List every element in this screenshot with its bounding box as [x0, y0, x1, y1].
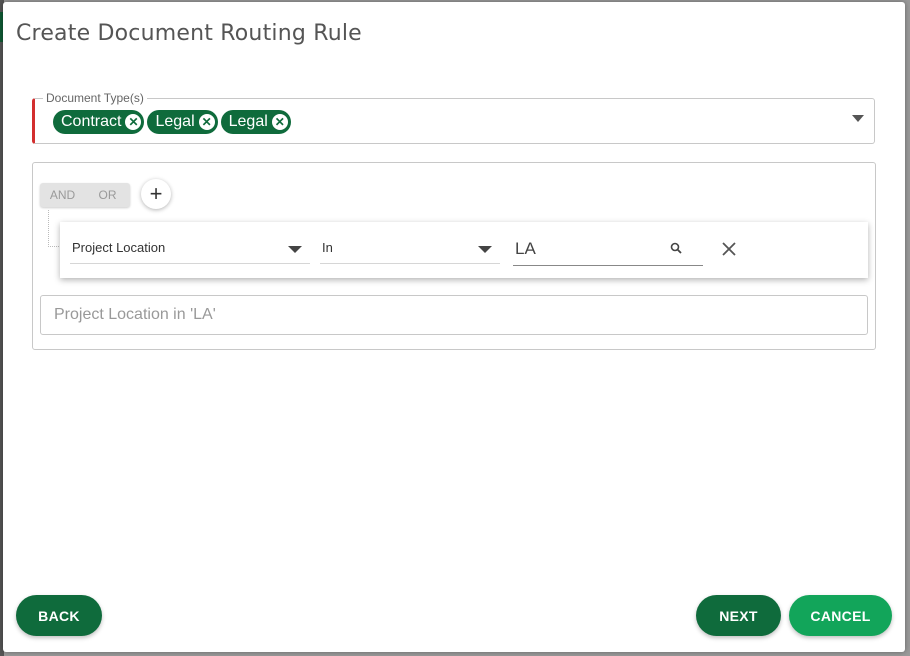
routing-rule-dialog: Create Document Routing Rule Document Ty… — [3, 2, 905, 652]
close-circle-icon[interactable]: ✕ — [271, 114, 288, 130]
chip-document-type: Legal ✕ — [220, 110, 291, 134]
combinator-toggle: AND OR — [40, 183, 130, 207]
close-icon[interactable] — [721, 241, 737, 257]
document-types-label: Document Type(s) — [43, 91, 147, 105]
caret-down-icon — [288, 246, 302, 253]
add-condition-button[interactable]: + — [141, 179, 171, 209]
combinator-and[interactable]: AND — [40, 183, 85, 207]
next-button[interactable]: NEXT — [696, 595, 781, 636]
cancel-button[interactable]: CANCEL — [789, 595, 892, 636]
field-select-value: Project Location — [72, 240, 166, 255]
caret-down-icon — [478, 246, 492, 253]
chip-document-type: Legal ✕ — [147, 110, 218, 134]
chip-label: Legal — [228, 113, 268, 130]
field-select[interactable]: Project Location — [70, 232, 310, 264]
close-circle-icon[interactable]: ✕ — [125, 114, 142, 130]
chip-label: Contract — [61, 113, 122, 130]
rule-builder: AND OR + Project Location In — [32, 162, 876, 350]
back-button[interactable]: BACK — [16, 595, 102, 636]
combinator-or[interactable]: OR — [85, 183, 130, 207]
rule-summary-field[interactable] — [40, 295, 868, 335]
condition-row: Project Location In — [60, 222, 868, 278]
caret-down-icon[interactable] — [852, 115, 864, 122]
dialog-title: Create Document Routing Rule — [16, 21, 362, 46]
chip-document-type: Contract ✕ — [53, 110, 145, 134]
operator-select[interactable]: In — [320, 232, 500, 264]
chip-label: Legal — [155, 113, 195, 130]
operator-select-value: In — [322, 240, 333, 255]
document-type-chips: Contract ✕ Legal ✕ Legal ✕ — [53, 110, 291, 134]
document-types-field[interactable]: Document Type(s) Contract ✕ Legal ✕ Lega… — [32, 91, 875, 144]
close-circle-icon[interactable]: ✕ — [198, 114, 215, 130]
search-icon[interactable] — [670, 242, 682, 254]
